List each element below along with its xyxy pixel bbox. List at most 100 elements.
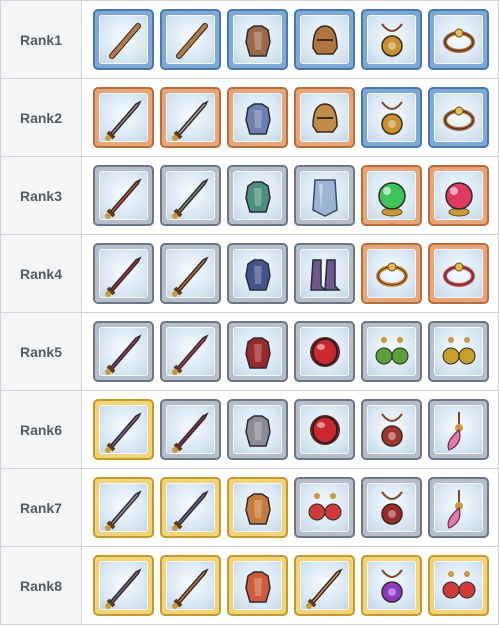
jagged-sword-icon [100,484,148,532]
equipment-slot[interactable] [227,555,288,616]
equipment-slot[interactable] [160,399,221,460]
sun-blade-icon [100,406,148,454]
rank-items-cell [81,234,499,313]
equipment-slot[interactable] [93,477,154,538]
dark-armor-icon [234,250,282,298]
golden-scimitar-icon [301,562,349,610]
royal-armor-icon [234,484,282,532]
equipment-slot[interactable] [361,399,422,460]
rank-items-cell [81,468,499,547]
equipment-slot[interactable] [160,9,221,70]
spear-icon [167,250,215,298]
equipment-slot[interactable] [428,555,489,616]
equipment-slot[interactable] [227,87,288,148]
equipment-slot[interactable] [294,321,355,382]
equipment-slot[interactable] [93,9,154,70]
equipment-slot[interactable] [93,399,154,460]
rank-row: Rank1 [0,0,499,79]
rank-items-cell [81,78,499,157]
sun-blade-icon [167,484,215,532]
equipment-slots [93,477,498,538]
equipment-slot[interactable] [160,243,221,304]
equipment-slot[interactable] [361,165,422,226]
equipment-slot[interactable] [361,321,422,382]
equipment-slot[interactable] [361,243,422,304]
equipment-slot[interactable] [361,477,422,538]
curved-blade-icon [167,328,215,376]
equipment-slot[interactable] [428,165,489,226]
rank-label: Rank8 [0,546,82,625]
rank-items-cell [81,312,499,391]
equipment-slot[interactable] [361,555,422,616]
ornate-pendant-icon [368,406,416,454]
equipment-slot[interactable] [428,477,489,538]
equipment-slot[interactable] [428,321,489,382]
equipment-slots [93,87,498,148]
equipment-slot[interactable] [294,87,355,148]
equipment-slot[interactable] [294,9,355,70]
royal-dress-icon [234,562,282,610]
red-orb-icon [435,172,483,220]
equipment-slot[interactable] [227,9,288,70]
equipment-slot[interactable] [294,399,355,460]
equipment-slots [93,321,498,382]
rank-row: Rank4 [0,234,499,313]
rank-row: Rank7 [0,468,499,547]
rank-label: Rank7 [0,468,82,547]
equipment-slot[interactable] [93,165,154,226]
equipment-slots [93,555,498,616]
equipment-slot[interactable] [160,321,221,382]
rank-items-cell [81,156,499,235]
rank-items-cell [81,0,499,79]
equipment-slot[interactable] [227,399,288,460]
shield-icon [301,172,349,220]
equipment-slot[interactable] [160,165,221,226]
equipment-slot[interactable] [160,87,221,148]
crystal-sword-icon [100,328,148,376]
mech-armor-icon [234,406,282,454]
rank-items-cell [81,546,499,625]
amethyst-pendant-icon [368,562,416,610]
rank-row: Rank3 [0,156,499,235]
equipment-slot[interactable] [294,477,355,538]
equipment-slot[interactable] [93,555,154,616]
ruby-earrings-icon [435,562,483,610]
equipment-slot[interactable] [428,87,489,148]
green-earrings-icon [368,328,416,376]
equipment-slot[interactable] [428,9,489,70]
braided-bracelet-icon [435,94,483,142]
equipment-slot[interactable] [428,243,489,304]
equipment-slot[interactable] [227,321,288,382]
equipment-slot[interactable] [93,87,154,148]
equipment-slot[interactable] [93,243,154,304]
equipment-slot[interactable] [227,477,288,538]
equipment-slots [93,243,498,304]
equipment-slot[interactable] [227,243,288,304]
lion-pendant-icon [368,484,416,532]
equipment-slot[interactable] [160,555,221,616]
equipment-slot[interactable] [93,321,154,382]
gold-earrings-icon [435,328,483,376]
equipment-slot[interactable] [428,399,489,460]
boots-icon [301,250,349,298]
spear-icon [100,94,148,142]
rank-label: Rank1 [0,0,82,79]
rank-rows: Rank1 Rank2 Rank3 Rank4 Rank5 Rank6 Rank7 Rank8 [0,0,499,625]
feather-charm-icon [435,406,483,454]
wooden-stick-icon [100,16,148,64]
plate-armor-icon [234,94,282,142]
equipment-slot[interactable] [294,555,355,616]
equipment-slot[interactable] [361,9,422,70]
equipment-slot[interactable] [294,165,355,226]
equipment-slot[interactable] [160,477,221,538]
equipment-slot[interactable] [227,165,288,226]
braided-bracelet-icon [435,16,483,64]
ruby-disc-icon [301,406,349,454]
equipment-slot[interactable] [294,243,355,304]
rank-row: Rank2 [0,78,499,157]
ruby-disc-icon [301,328,349,376]
equipment-slots [93,9,498,70]
equipment-slot[interactable] [361,87,422,148]
curved-blade-icon [100,250,148,298]
feather-charm-icon [435,484,483,532]
